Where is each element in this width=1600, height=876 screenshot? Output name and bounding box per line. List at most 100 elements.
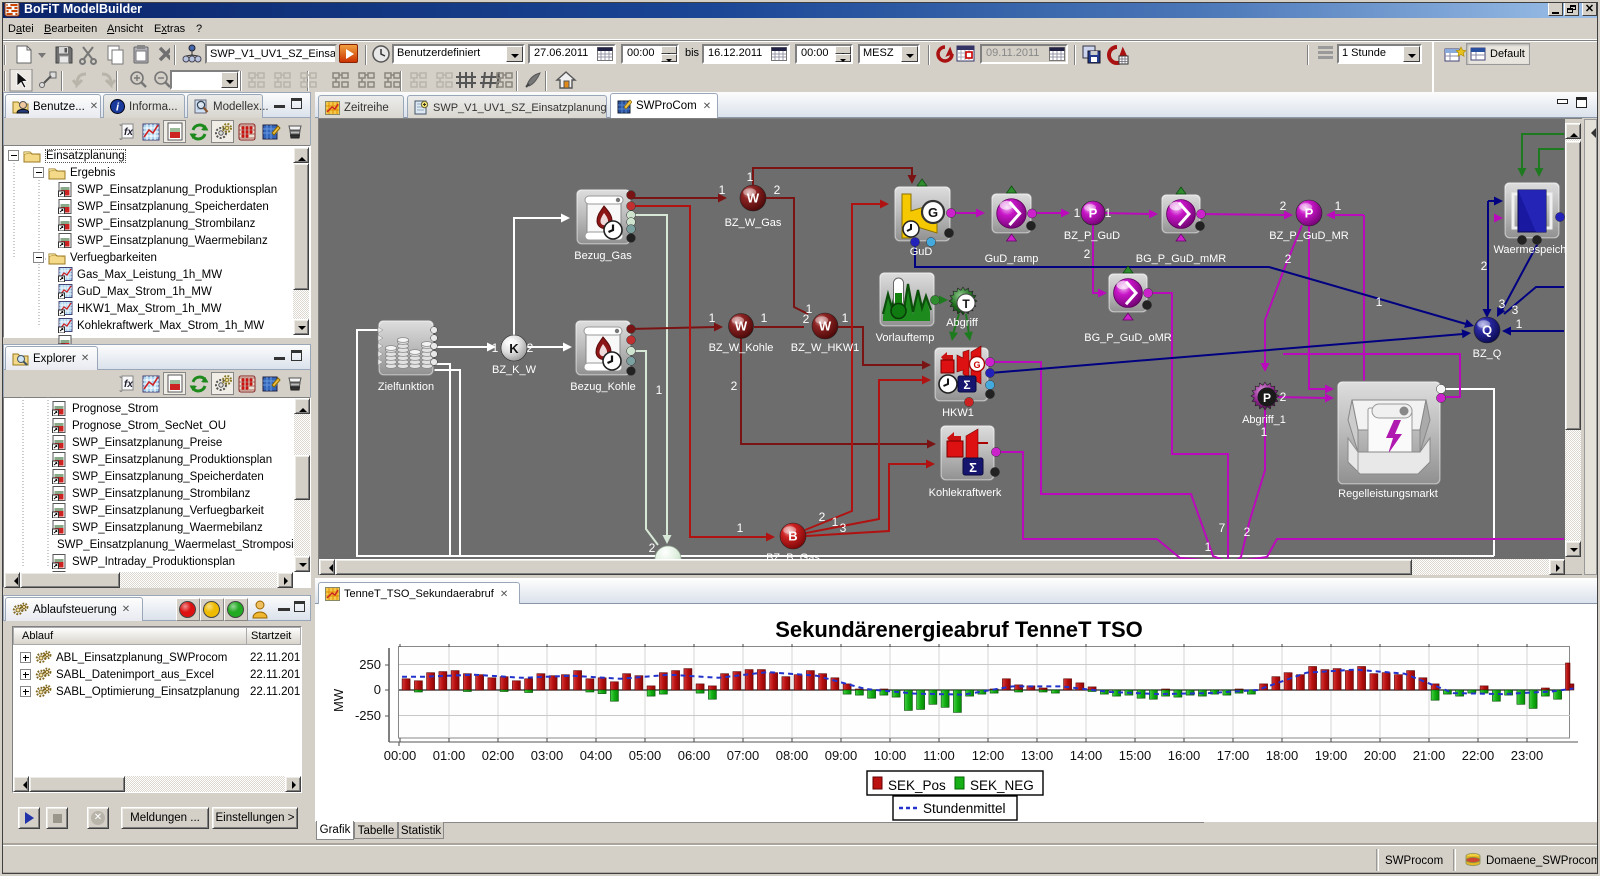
svg-text:Bezug_Gas: Bezug_Gas xyxy=(574,250,632,262)
svg-text:GuD_ramp: GuD_ramp xyxy=(985,253,1039,265)
svg-text:1: 1 xyxy=(719,183,726,197)
svg-text:2: 2 xyxy=(1285,252,1292,266)
svg-text:05:00: 05:00 xyxy=(629,748,662,763)
svg-text:2: 2 xyxy=(1481,259,1488,273)
svg-text:2: 2 xyxy=(774,183,781,197)
svg-text:3: 3 xyxy=(840,521,847,535)
svg-text:fx: fx xyxy=(124,127,133,138)
svg-text:20:00: 20:00 xyxy=(1364,748,1397,763)
svg-text:BZ_Q: BZ_Q xyxy=(1473,348,1502,360)
svg-text:SEK_Pos: SEK_Pos xyxy=(888,778,946,793)
svg-text:00:00: 00:00 xyxy=(384,748,417,763)
svg-text:BZ_B_Gas: BZ_B_Gas xyxy=(766,552,820,559)
svg-text:07:00: 07:00 xyxy=(727,748,760,763)
svg-text:1: 1 xyxy=(1205,540,1212,554)
svg-text:0: 0 xyxy=(374,682,381,697)
svg-text:3: 3 xyxy=(1512,303,1519,317)
svg-text:1: 1 xyxy=(1335,199,1342,213)
svg-text:19:00: 19:00 xyxy=(1315,748,1348,763)
svg-text:K: K xyxy=(509,341,519,356)
svg-text:fx: fx xyxy=(124,379,133,390)
svg-text:BZ_W_HKW1: BZ_W_HKW1 xyxy=(791,342,859,354)
svg-text:3: 3 xyxy=(1499,297,1506,311)
svg-text:GuD: GuD xyxy=(910,246,933,258)
svg-text:1: 1 xyxy=(747,170,754,184)
svg-text:1: 1 xyxy=(737,521,744,535)
svg-text:Sekundärenergieabruf TenneT TS: Sekundärenergieabruf TenneT TSO xyxy=(775,617,1143,642)
svg-text:1: 1 xyxy=(832,515,839,529)
svg-text:Σ: Σ xyxy=(963,378,970,392)
svg-text:-250: -250 xyxy=(355,708,381,723)
svg-text:BZ_K_W: BZ_K_W xyxy=(492,364,537,376)
svg-text:W: W xyxy=(819,319,832,334)
svg-text:2: 2 xyxy=(819,510,826,524)
svg-text:Zielfunktion: Zielfunktion xyxy=(378,381,434,393)
svg-text:18:00: 18:00 xyxy=(1266,748,1299,763)
svg-text:HKW1: HKW1 xyxy=(942,407,974,419)
svg-text:1: 1 xyxy=(656,383,663,397)
svg-text:15:00: 15:00 xyxy=(1119,748,1152,763)
svg-text:03:00: 03:00 xyxy=(531,748,564,763)
svg-text:1: 1 xyxy=(761,311,768,325)
svg-text:Abgriff_1: Abgriff_1 xyxy=(1242,414,1286,426)
svg-text:P: P xyxy=(1089,206,1098,221)
svg-text:2: 2 xyxy=(803,312,810,326)
svg-text:BZ_W_Gas: BZ_W_Gas xyxy=(725,217,782,229)
svg-text:1: 1 xyxy=(709,311,716,325)
svg-text:09:00: 09:00 xyxy=(825,748,858,763)
svg-text:10:00: 10:00 xyxy=(874,748,907,763)
svg-text:2: 2 xyxy=(1280,199,1287,213)
svg-text:2: 2 xyxy=(731,379,738,393)
svg-text:2: 2 xyxy=(1280,390,1287,404)
svg-text:T: T xyxy=(962,297,970,311)
svg-text:Q: Q xyxy=(1482,323,1492,338)
svg-text:BG_P_GuD_mMR: BG_P_GuD_mMR xyxy=(1136,253,1227,265)
svg-text:Bezug_Kohle: Bezug_Kohle xyxy=(570,381,635,393)
svg-text:Stundenmittel: Stundenmittel xyxy=(923,801,1006,816)
svg-text:1: 1 xyxy=(1261,425,1268,439)
svg-text:BZ_W_Kohle: BZ_W_Kohle xyxy=(709,342,774,354)
svg-text:G: G xyxy=(973,360,980,370)
svg-text:Kohlekraftwerk: Kohlekraftwerk xyxy=(929,487,1002,499)
svg-text:250: 250 xyxy=(359,657,381,672)
svg-text:W: W xyxy=(735,319,748,334)
svg-text:08:00: 08:00 xyxy=(776,748,809,763)
svg-text:21:00: 21:00 xyxy=(1413,748,1446,763)
svg-text:Waermespeiche: Waermespeiche xyxy=(1493,244,1565,256)
svg-text:01:00: 01:00 xyxy=(433,748,466,763)
svg-text:Σ: Σ xyxy=(969,460,977,475)
svg-text:W: W xyxy=(747,191,760,206)
svg-text:2: 2 xyxy=(1244,525,1251,539)
svg-text:P: P xyxy=(1305,206,1314,221)
svg-text:BZ_P_GuD: BZ_P_GuD xyxy=(1064,230,1120,242)
svg-text:22:00: 22:00 xyxy=(1462,748,1495,763)
svg-text:SEK_NEG: SEK_NEG xyxy=(970,778,1034,793)
svg-text:13:00: 13:00 xyxy=(1021,748,1054,763)
svg-text:17:00: 17:00 xyxy=(1217,748,1250,763)
svg-text:1: 1 xyxy=(1074,206,1081,220)
svg-text:2: 2 xyxy=(649,541,656,555)
svg-text:MW: MW xyxy=(331,688,346,712)
svg-text:14:00: 14:00 xyxy=(1070,748,1103,763)
svg-text:16:00: 16:00 xyxy=(1168,748,1201,763)
svg-text:7: 7 xyxy=(1219,521,1226,535)
svg-text:1: 1 xyxy=(492,341,499,355)
svg-text:06:00: 06:00 xyxy=(678,748,711,763)
svg-text:BZ_P_GuD_MR: BZ_P_GuD_MR xyxy=(1269,230,1349,242)
svg-text:P: P xyxy=(1263,391,1271,405)
svg-text:2: 2 xyxy=(527,341,534,355)
svg-text:23:00: 23:00 xyxy=(1511,748,1544,763)
svg-text:1: 1 xyxy=(1105,206,1112,220)
svg-text:1: 1 xyxy=(1376,295,1383,309)
svg-text:1: 1 xyxy=(1516,317,1523,331)
svg-text:Vorlauftemp: Vorlauftemp xyxy=(876,332,935,344)
svg-text:12:00: 12:00 xyxy=(972,748,1005,763)
svg-text:02:00: 02:00 xyxy=(482,748,515,763)
svg-text:Abgriff: Abgriff xyxy=(946,317,979,329)
svg-text:1: 1 xyxy=(842,311,849,325)
svg-text:2: 2 xyxy=(1084,247,1091,261)
svg-text:Regelleistungsmarkt: Regelleistungsmarkt xyxy=(1338,488,1438,500)
svg-text:G: G xyxy=(928,205,938,220)
svg-text:B: B xyxy=(788,529,797,544)
svg-text:11:00: 11:00 xyxy=(923,748,955,763)
